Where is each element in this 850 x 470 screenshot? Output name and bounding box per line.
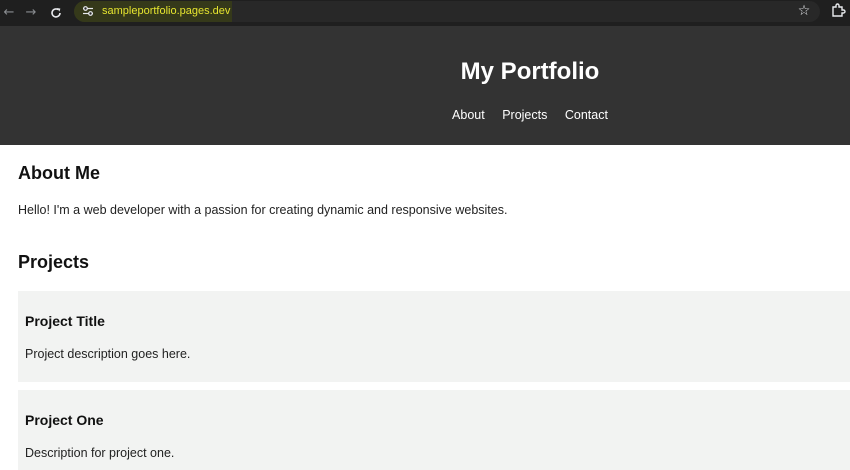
about-heading: About Me bbox=[18, 163, 100, 183]
projects-heading: Projects bbox=[18, 252, 90, 272]
nav-link-projects[interactable]: Projects bbox=[502, 108, 547, 123]
site-title: My Portfolio bbox=[460, 58, 600, 85]
arrow-left-icon: ← bbox=[3, 5, 15, 20]
back-button[interactable]: ← bbox=[0, 4, 18, 22]
project-card: Project Title Project description goes h… bbox=[18, 291, 850, 382]
bookmark-button[interactable]: ☆ bbox=[795, 2, 813, 20]
tune-icon[interactable] bbox=[82, 5, 94, 17]
project-description: Project description goes here. bbox=[25, 347, 191, 361]
reload-icon bbox=[51, 8, 61, 18]
project-title: Project Title bbox=[25, 313, 105, 329]
site-nav: About Projects Contact bbox=[0, 108, 850, 123]
forward-button[interactable]: → bbox=[22, 4, 40, 22]
project-card: Project One Description for project one. bbox=[18, 390, 850, 470]
about-text: Hello! I'm a web developer with a passio… bbox=[18, 203, 508, 217]
url-text[interactable]: sampleportfolio.pages.dev bbox=[102, 5, 230, 18]
nav-link-about[interactable]: About bbox=[452, 108, 485, 123]
star-icon: ☆ bbox=[797, 3, 811, 19]
puzzle-icon[interactable] bbox=[830, 3, 846, 19]
reload-button[interactable] bbox=[47, 4, 65, 22]
arrow-right-icon: → bbox=[25, 5, 37, 20]
project-title: Project One bbox=[25, 412, 104, 428]
browser-toolbar: ← → sampleportfolio.pages.dev ☆ bbox=[0, 0, 850, 26]
site-header: My Portfolio About Projects Contact bbox=[0, 26, 850, 145]
nav-link-contact[interactable]: Contact bbox=[565, 108, 608, 123]
project-description: Description for project one. bbox=[25, 446, 175, 460]
